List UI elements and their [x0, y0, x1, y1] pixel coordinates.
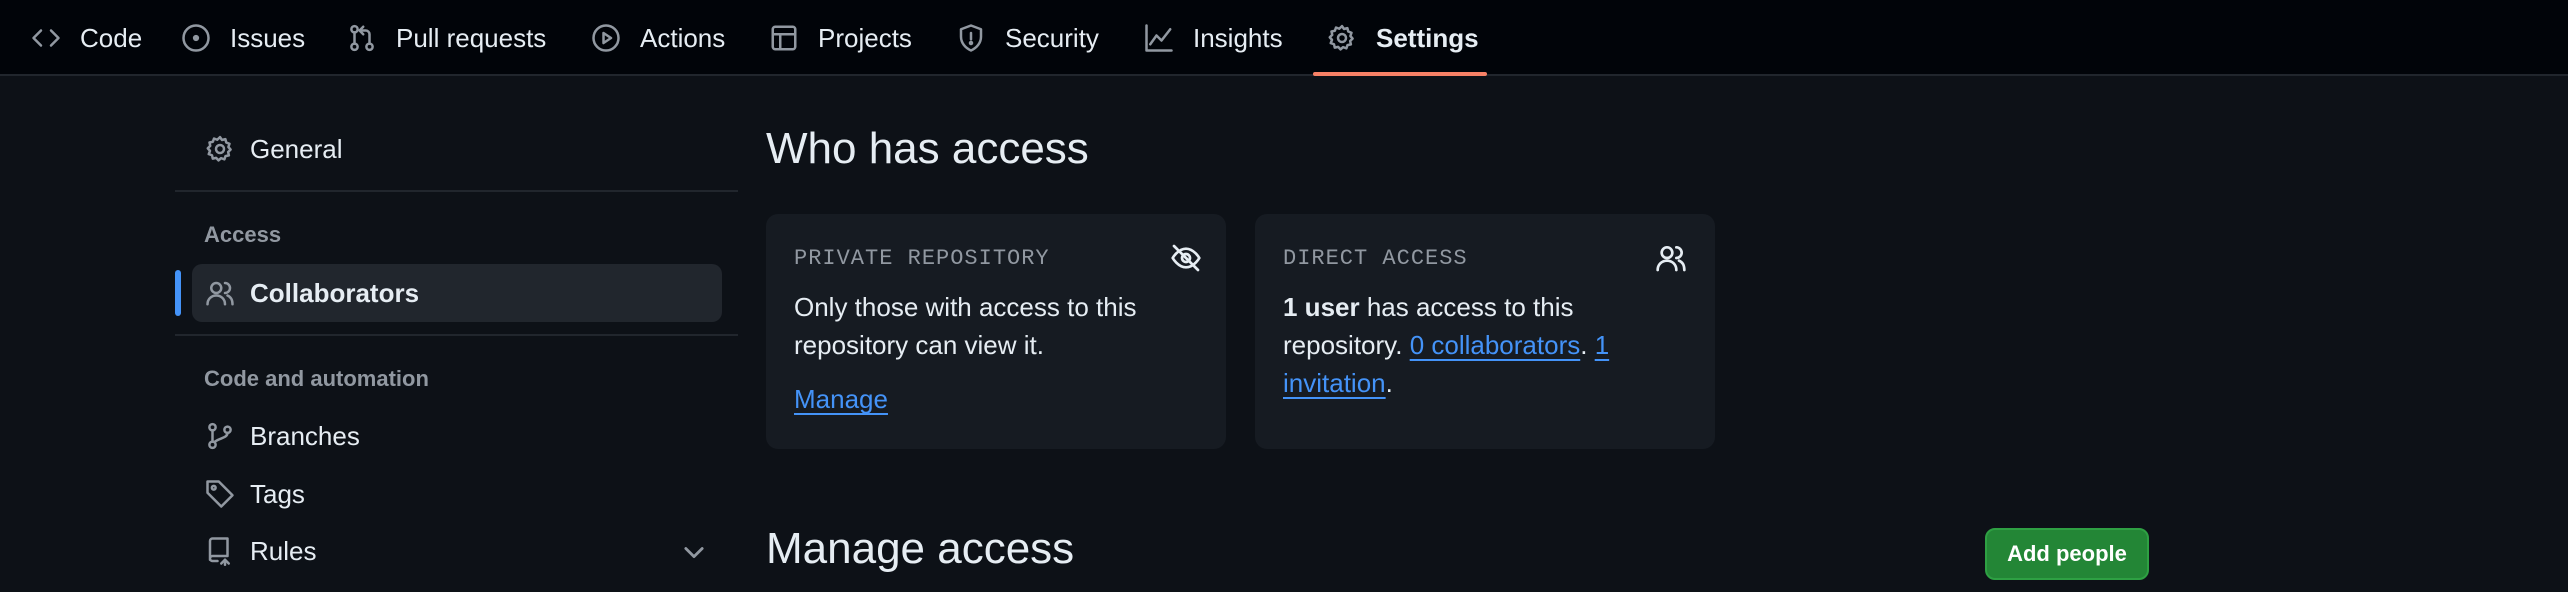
tab-label: Pull requests [396, 22, 547, 53]
direct-access-card: DIRECT ACCESS 1 user has access to this … [1255, 214, 1715, 449]
end-text: . [1385, 368, 1393, 398]
sidebar-item-label: Branches [250, 420, 360, 451]
repo-push-icon [204, 535, 236, 567]
tab-code[interactable]: Code [30, 0, 142, 76]
tab-settings[interactable]: Settings [1326, 0, 1479, 76]
repo-nav: Code Issues Pull requests Actions Projec… [0, 0, 2568, 76]
sidebar-divider [175, 334, 738, 336]
gear-icon [204, 133, 236, 165]
issue-opened-icon [180, 22, 212, 54]
manage-access-heading: Manage access [766, 524, 1075, 573]
eye-closed-icon [1170, 242, 1204, 276]
sidebar-item-label: Collaborators [250, 277, 420, 308]
tab-label: Issues [230, 22, 306, 53]
tab-label: Actions [640, 22, 726, 53]
sidebar-item-tags[interactable]: Tags [192, 465, 722, 523]
tab-label: Projects [818, 22, 912, 53]
card-title: DIRECT ACCESS [1283, 246, 1468, 271]
tab-actions[interactable]: Actions [590, 0, 725, 76]
sidebar-heading-access: Access [204, 222, 282, 247]
gear-icon [1326, 22, 1358, 54]
card-description: Only those with access to this repositor… [794, 292, 1137, 360]
collaborators-link[interactable]: 0 collaborators [1410, 330, 1581, 360]
card-title: PRIVATE REPOSITORY [794, 246, 1050, 271]
sidebar-item-label: General [250, 133, 343, 164]
people-icon [204, 277, 236, 309]
code-icon [30, 22, 62, 54]
chevron-down-icon[interactable] [680, 538, 708, 566]
tab-projects[interactable]: Projects [768, 0, 912, 76]
sidebar-active-indicator [175, 270, 181, 316]
tab-label: Insights [1193, 22, 1283, 53]
sidebar-item-general[interactable]: General [192, 120, 722, 178]
private-repository-card: PRIVATE REPOSITORY Only those with acces… [766, 214, 1226, 449]
user-count: 1 user [1283, 292, 1360, 322]
play-icon [590, 22, 622, 54]
table-icon [768, 22, 800, 54]
git-branch-icon [204, 420, 236, 452]
tab-label: Security [1005, 22, 1099, 53]
page-title: Who has access [766, 124, 1089, 173]
sidebar-heading-code-automation: Code and automation [204, 366, 429, 391]
sidebar-item-label: Tags [250, 478, 305, 509]
shield-icon [955, 22, 987, 54]
tag-icon [204, 478, 236, 510]
tab-pull-requests[interactable]: Pull requests [346, 0, 546, 76]
sidebar-item-branches[interactable]: Branches [192, 407, 722, 465]
graph-icon [1143, 22, 1175, 54]
add-people-button[interactable]: Add people [1985, 528, 2149, 580]
sidebar-item-label: Rules [250, 535, 317, 566]
tab-label: Settings [1376, 22, 1479, 53]
manage-link[interactable]: Manage [794, 384, 888, 415]
tab-insights[interactable]: Insights [1143, 0, 1283, 76]
separator-text: . [1580, 330, 1595, 360]
card-description: 1 user has access to this repository. 0 … [1283, 288, 1693, 402]
sidebar-item-collaborators[interactable]: Collaborators [192, 264, 722, 322]
tab-issues[interactable]: Issues [180, 0, 305, 76]
tab-security[interactable]: Security [955, 0, 1099, 76]
people-icon [1655, 242, 1689, 276]
sidebar-divider [175, 190, 738, 192]
sidebar-item-rules[interactable]: Rules [192, 522, 722, 580]
tab-label: Code [80, 22, 143, 53]
active-tab-indicator [1313, 72, 1487, 76]
git-pull-request-icon [346, 22, 378, 54]
